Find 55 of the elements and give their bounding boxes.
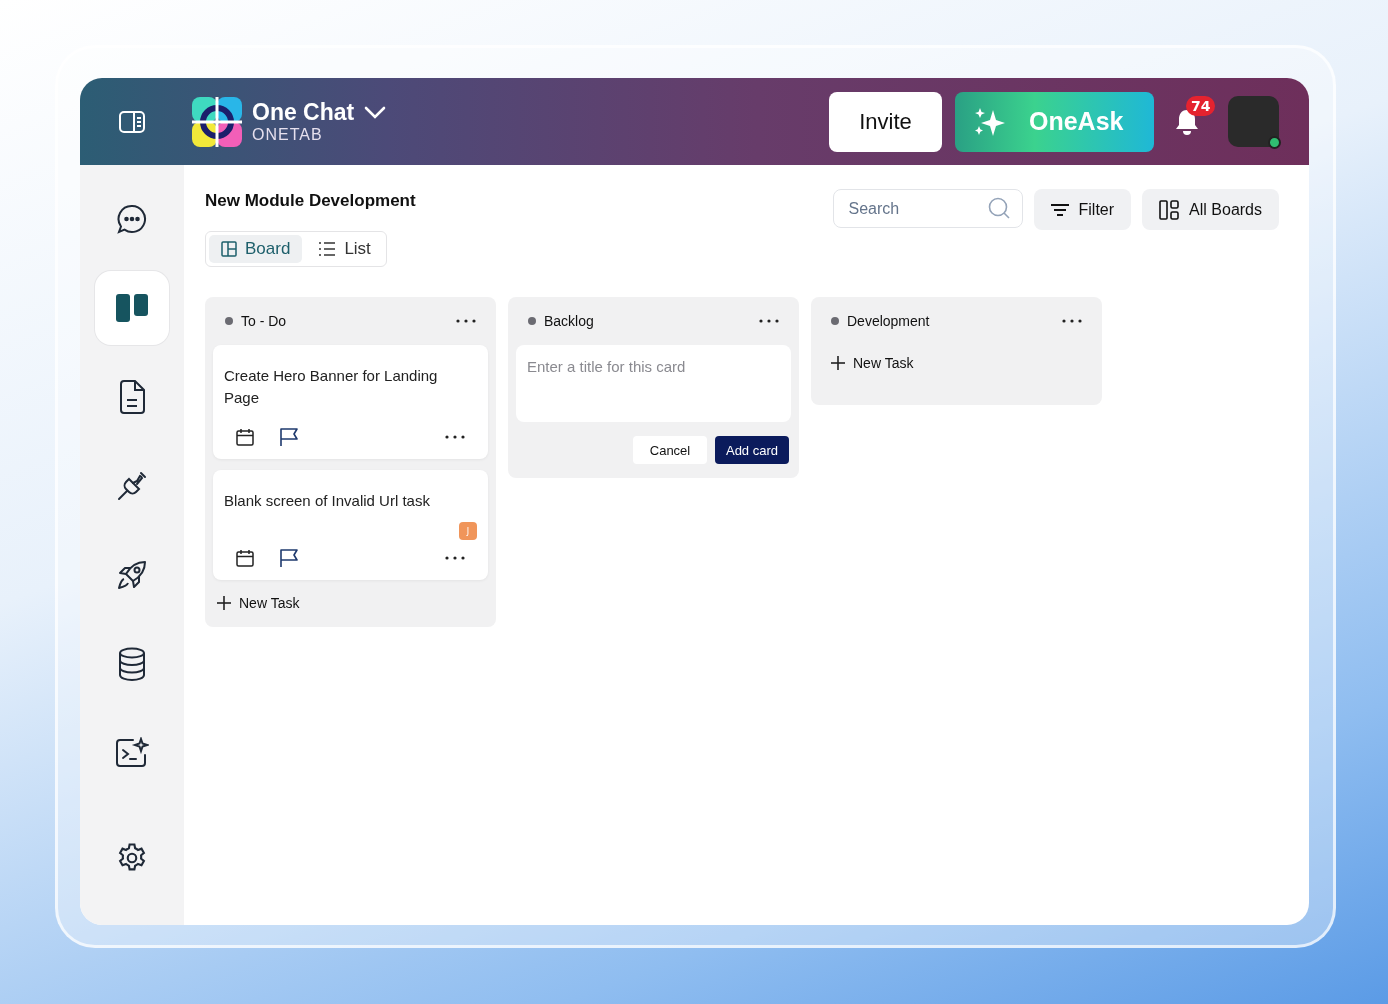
- new-task-button[interactable]: New Task: [819, 345, 926, 405]
- more-options-icon[interactable]: [759, 319, 779, 323]
- column-status-dot: [831, 317, 839, 325]
- chat-bubble-icon: [116, 203, 148, 235]
- all-boards-button[interactable]: All Boards: [1142, 189, 1279, 230]
- online-status-dot: [1268, 136, 1281, 149]
- new-task-button[interactable]: New Task: [213, 591, 304, 627]
- board-icon: [115, 292, 149, 324]
- app-logo-icon: [192, 96, 242, 147]
- task-title: Create Hero Banner for Landing Page: [224, 366, 439, 408]
- filter-button[interactable]: Filter: [1033, 189, 1132, 230]
- card-title-field[interactable]: Enter a title for this card: [516, 345, 791, 422]
- database-icon: [117, 647, 147, 681]
- terminal-sparkle-icon: [115, 737, 149, 769]
- workspace-name: ONETAB: [252, 126, 324, 144]
- boards-icon: [1159, 199, 1180, 220]
- plus-icon: [217, 596, 231, 610]
- calendar-icon[interactable]: [236, 549, 254, 567]
- column-title: Development: [847, 313, 931, 329]
- list-icon: [318, 241, 337, 257]
- cancel-button[interactable]: Cancel: [633, 436, 707, 464]
- column-title: To - Do: [241, 313, 288, 329]
- avatar[interactable]: [1228, 96, 1279, 147]
- task-card[interactable]: Create Hero Banner for Landing Page: [213, 345, 488, 459]
- add-card-button[interactable]: Add card: [715, 436, 789, 464]
- view-tab[interactable]: List: [306, 235, 383, 263]
- more-options-icon[interactable]: [456, 319, 476, 323]
- app-name[interactable]: One Chat: [252, 99, 355, 126]
- chevron-down-icon[interactable]: [364, 105, 387, 120]
- page-title: New Module Development: [205, 191, 416, 211]
- search-icon: [987, 197, 1010, 219]
- board-layout-icon: [221, 241, 237, 257]
- calendar-icon[interactable]: [236, 428, 254, 446]
- flag-icon[interactable]: [280, 548, 298, 568]
- notification-badge: 74: [1186, 95, 1216, 116]
- sidebar-item[interactable]: [95, 271, 169, 345]
- assignee-avatar: J: [459, 522, 477, 540]
- column-status-dot: [225, 317, 233, 325]
- task-card[interactable]: Blank screen of Invalid Url task J: [213, 470, 488, 580]
- invite-button[interactable]: Invite: [829, 91, 942, 152]
- plus-icon: [831, 356, 845, 370]
- flag-icon[interactable]: [280, 427, 298, 447]
- plug-icon: [116, 470, 148, 502]
- document-icon: [118, 380, 146, 414]
- search-field[interactable]: Search: [832, 189, 1023, 228]
- more-options-icon[interactable]: [1062, 319, 1082, 323]
- rocket-icon: [116, 559, 148, 591]
- sidebar-toggle-icon[interactable]: [118, 109, 146, 134]
- task-title: Blank screen of Invalid Url task: [224, 491, 431, 511]
- filter-icon: [1050, 202, 1069, 217]
- more-options-icon[interactable]: [445, 556, 465, 560]
- more-options-icon[interactable]: [445, 435, 465, 439]
- column-title: Backlog: [544, 313, 595, 329]
- view-tab[interactable]: Board: [209, 235, 303, 263]
- column-status-dot: [528, 317, 536, 325]
